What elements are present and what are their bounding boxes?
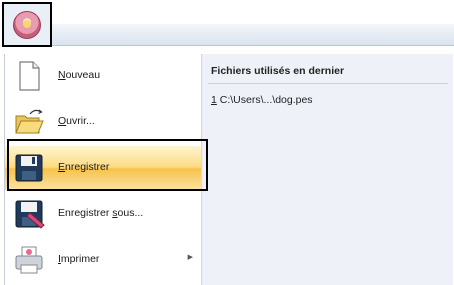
- recent-file-path: C:\Users\...\dog.pes: [219, 94, 313, 106]
- new-document-icon: [19, 61, 40, 91]
- open-menu-label: Ouvrir...: [58, 115, 95, 127]
- recent-files-pane: Fichiers utilisés en dernier 1 C:\Users\…: [203, 54, 453, 285]
- save-as-menu-label: Enregistrer sous...: [58, 207, 143, 219]
- submenu-arrow-icon: ▶: [187, 254, 193, 261]
- open-menu-item[interactable]: Ouvrir...: [5, 100, 201, 144]
- save-as-icon: [15, 200, 45, 229]
- ribbon-strip: [52, 24, 454, 46]
- new-menu-label: Nouveau: [58, 69, 100, 81]
- new-label-rest: ouveau: [65, 69, 101, 81]
- recent-files-header: Fichiers utilisés en dernier: [211, 65, 345, 77]
- application-orb-icon: [13, 11, 41, 39]
- new-accel: N: [58, 69, 66, 81]
- print-label-rest: mprimer: [60, 253, 100, 265]
- save-highlight-frame: [7, 139, 208, 191]
- recent-file-index: 1: [211, 94, 217, 106]
- new-menu-item[interactable]: Nouveau: [5, 54, 201, 98]
- save-as-label-rest: ous...: [117, 207, 144, 219]
- print-menu-label: Imprimer: [58, 253, 99, 265]
- recent-files-divider: [208, 83, 448, 84]
- open-folder-icon: [15, 109, 44, 134]
- save-as-label-start: Enregistrer: [58, 207, 113, 219]
- open-accel: O: [58, 115, 67, 127]
- print-menu-item[interactable]: Imprimer ▶: [5, 238, 201, 282]
- open-label-rest: uvrir...: [66, 115, 95, 127]
- printer-icon: [15, 246, 43, 274]
- app-menu-button[interactable]: [2, 2, 52, 47]
- save-as-menu-item[interactable]: Enregistrer sous...: [5, 192, 201, 236]
- recent-file-item[interactable]: 1 C:\Users\...\dog.pes: [211, 94, 313, 106]
